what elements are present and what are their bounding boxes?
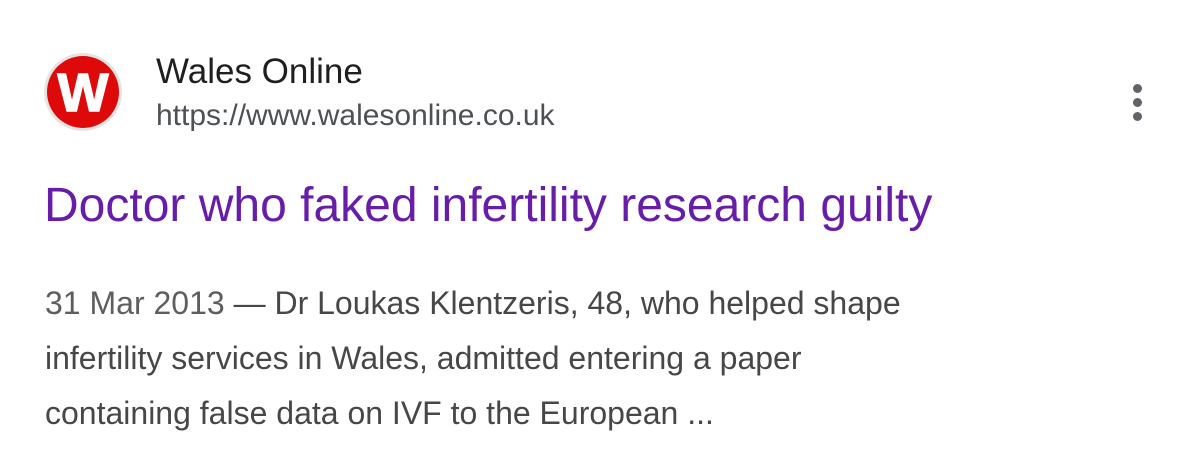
- result-title-link[interactable]: Doctor who faked infertility research gu…: [44, 176, 932, 236]
- snippet-line-1: 31 Mar 2013 — Dr Loukas Klentzeris, 48, …: [45, 276, 1155, 331]
- site-favicon[interactable]: W: [44, 53, 122, 131]
- site-header[interactable]: W Wales Online https://www.walesonline.c…: [44, 52, 1154, 136]
- more-vert-icon-dot-bottom: [1133, 112, 1142, 121]
- snippet-separator: —: [224, 285, 275, 321]
- more-vert-icon-dot-middle: [1133, 98, 1142, 107]
- snippet-line-2: infertility services in Wales, admitted …: [45, 340, 802, 376]
- more-options-button[interactable]: [1120, 80, 1156, 124]
- site-name[interactable]: Wales Online: [156, 52, 363, 92]
- favicon-letter: W: [58, 63, 109, 123]
- more-vert-icon-dot-top: [1133, 84, 1142, 93]
- result-snippet: 31 Mar 2013 — Dr Loukas Klentzeris, 48, …: [45, 276, 1155, 441]
- snippet-text-1: Dr Loukas Klentzeris, 48, who helped sha…: [274, 285, 901, 321]
- site-url[interactable]: https://www.walesonline.co.uk: [156, 98, 555, 134]
- snippet-date: 31 Mar 2013: [45, 285, 225, 321]
- snippet-line-3: containing false data on IVF to the Euro…: [45, 395, 714, 431]
- wales-online-logo-icon: W: [47, 56, 119, 128]
- search-result-card: W Wales Online https://www.walesonline.c…: [0, 0, 1200, 454]
